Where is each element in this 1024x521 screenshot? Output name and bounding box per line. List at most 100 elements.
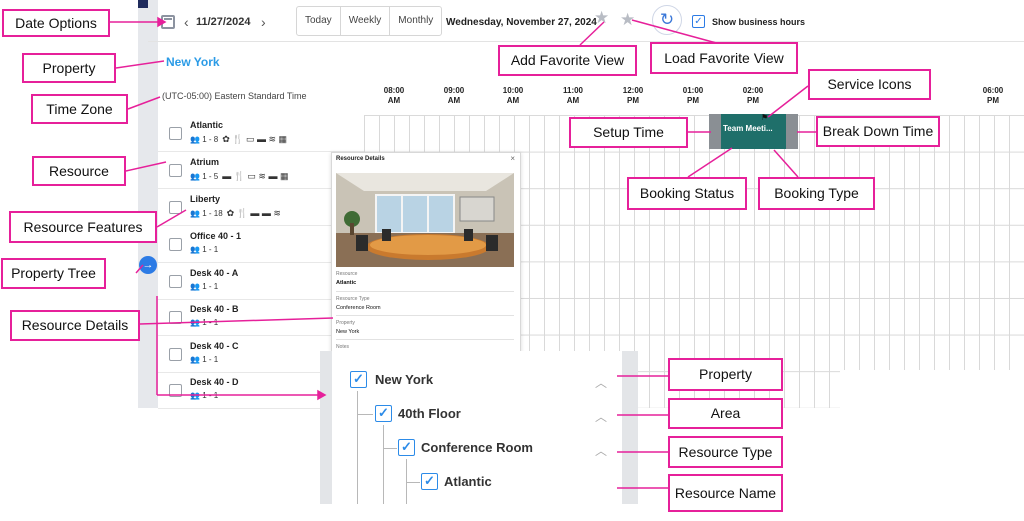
tree-checkbox[interactable]: ✓ bbox=[350, 371, 367, 388]
time-slot-header: 10:00 AM bbox=[502, 86, 524, 105]
time-slot-header: 02:00 PM bbox=[742, 86, 764, 105]
chevron-right-icon[interactable]: › bbox=[261, 14, 266, 30]
resource-meta: 👥 1 - 5 ▬ 🍴 ▭ ≋ ▬ ▦ bbox=[190, 171, 289, 181]
time-slot-header: 01:00 PM bbox=[682, 86, 704, 105]
resource-row[interactable]: Atlantic 👥 1 - 8 ✿ 🍴 ▭ ▬ ≋ ▦ bbox=[158, 115, 364, 152]
resource-feature-icons: ✿ 🍴 ▭ ▬ ≋ ▦ bbox=[222, 134, 288, 144]
callout-time-zone: Time Zone bbox=[31, 94, 128, 124]
popover-title: Resource Details bbox=[336, 156, 385, 162]
resource-checkbox[interactable] bbox=[169, 164, 182, 177]
resource-name: Desk 40 - A bbox=[190, 268, 239, 278]
time-slot-header: 11:00 AM bbox=[562, 86, 584, 105]
callout-resource: Resource bbox=[32, 156, 126, 186]
tree-checkbox[interactable]: ✓ bbox=[421, 473, 438, 490]
tree-resource-type-label[interactable]: Conference Room bbox=[421, 440, 533, 455]
refresh-icon[interactable]: ↻ bbox=[652, 5, 682, 35]
resource-name: Desk 40 - D bbox=[190, 377, 239, 387]
chevron-up-icon[interactable]: ︿ bbox=[595, 408, 607, 425]
divider bbox=[336, 315, 514, 316]
resource-feature-icons: ✿ 🍴 ▬ ▬ ≋ bbox=[226, 208, 281, 218]
resource-name: Office 40 - 1 bbox=[190, 231, 242, 241]
detail-label: Notes bbox=[336, 344, 350, 350]
add-favorite-star-icon[interactable]: ★ bbox=[594, 8, 609, 28]
detail-value: Atlantic bbox=[336, 280, 357, 286]
resource-meta: 👥 1 - 1 bbox=[190, 318, 219, 327]
resource-name: Atlantic bbox=[190, 120, 224, 130]
chevron-up-icon[interactable]: ︿ bbox=[595, 442, 607, 459]
service-icons: ⚑ bbox=[761, 113, 769, 122]
resource-checkbox[interactable] bbox=[169, 384, 182, 397]
callout-booking-type: Booking Type bbox=[758, 177, 875, 210]
tree-resource-label[interactable]: Atlantic bbox=[444, 474, 492, 489]
resource-checkbox[interactable] bbox=[169, 311, 182, 324]
callout-service-icons: Service Icons bbox=[808, 69, 931, 100]
tree-line bbox=[357, 414, 373, 415]
property-tree: ✓ New York ︿ ✓ 40th Floor ︿ ✓ Conference… bbox=[320, 351, 638, 504]
top-accent bbox=[138, 0, 148, 8]
callout-tree-area: Area bbox=[668, 398, 783, 429]
resource-checkbox[interactable] bbox=[169, 275, 182, 288]
resource-photo bbox=[336, 173, 514, 267]
grid-gap bbox=[840, 370, 1024, 408]
resource-name: Desk 40 - B bbox=[190, 304, 239, 314]
tree-line bbox=[357, 391, 358, 504]
tree-bar bbox=[320, 351, 332, 504]
property-tree-toggle-icon[interactable]: → bbox=[139, 256, 157, 274]
weekly-button[interactable]: Weekly bbox=[341, 7, 391, 35]
divider bbox=[336, 339, 514, 340]
tree-checkbox[interactable]: ✓ bbox=[375, 405, 392, 422]
callout-property: Property bbox=[22, 53, 116, 83]
resource-name: Liberty bbox=[190, 194, 221, 204]
callout-load-favorite-view: Load Favorite View bbox=[650, 42, 798, 74]
chevron-left-icon[interactable]: ‹ bbox=[184, 14, 189, 30]
load-favorite-star-icon[interactable]: ★ bbox=[620, 10, 635, 30]
resource-checkbox[interactable] bbox=[169, 238, 182, 251]
resource-meta: 👥 1 - 8 ✿ 🍴 ▭ ▬ ≋ ▦ bbox=[190, 134, 288, 144]
tree-line bbox=[406, 482, 420, 483]
setup-time-block bbox=[709, 114, 721, 149]
resource-name: Atrium bbox=[190, 157, 219, 167]
view-selector: Today Weekly Monthly bbox=[296, 6, 443, 36]
chevron-up-icon[interactable]: ︿ bbox=[595, 374, 607, 391]
callout-resource-features: Resource Features bbox=[9, 211, 157, 243]
business-hours-checkbox[interactable]: ✓ bbox=[692, 15, 705, 28]
callout-property-tree: Property Tree bbox=[1, 258, 106, 289]
calendar-icon[interactable] bbox=[161, 15, 175, 29]
timezone-label: (UTC-05:00) Eastern Standard Time bbox=[162, 91, 307, 101]
tree-line bbox=[383, 448, 397, 449]
resource-details-popover: Resource Details × Resource Atlantic Res… bbox=[331, 152, 521, 352]
business-hours-label: Show business hours bbox=[712, 17, 806, 27]
property-name[interactable]: New York bbox=[166, 55, 220, 69]
resource-meta: 👥 1 - 1 bbox=[190, 355, 219, 364]
resource-meta: 👥 1 - 1 bbox=[190, 282, 219, 291]
callout-tree-resource-name: Resource Name bbox=[668, 474, 783, 512]
resource-checkbox[interactable] bbox=[169, 348, 182, 361]
current-date[interactable]: 11/27/2024 bbox=[196, 16, 250, 28]
monthly-button[interactable]: Monthly bbox=[390, 7, 441, 35]
callout-date-options: Date Options bbox=[2, 9, 110, 37]
close-icon[interactable]: × bbox=[510, 154, 515, 163]
break-down-time-block bbox=[786, 114, 798, 149]
callout-tree-property: Property bbox=[668, 358, 783, 391]
time-slot-header: 08:00 AM bbox=[383, 86, 405, 105]
tree-property-label[interactable]: New York bbox=[375, 372, 433, 387]
tree-checkbox[interactable]: ✓ bbox=[398, 439, 415, 456]
detail-label: Resource bbox=[336, 271, 358, 277]
tree-area-label[interactable]: 40th Floor bbox=[398, 406, 461, 421]
detail-label: Property bbox=[336, 320, 355, 326]
callout-resource-details: Resource Details bbox=[10, 310, 140, 341]
left-panel-strip bbox=[138, 0, 158, 408]
detail-label: Resource Type bbox=[336, 296, 370, 302]
resource-checkbox[interactable] bbox=[169, 127, 182, 140]
time-slot-header: 12:00 PM bbox=[622, 86, 644, 105]
detail-value: Conference Room bbox=[336, 305, 381, 311]
resource-checkbox[interactable] bbox=[169, 201, 182, 214]
resource-meta: 👥 1 - 18 ✿ 🍴 ▬ ▬ ≋ bbox=[190, 208, 281, 218]
booking-block[interactable]: ⚑ Team Meeti... bbox=[709, 113, 798, 149]
callout-booking-status: Booking Status bbox=[627, 177, 747, 210]
callout-break-down-time: Break Down Time bbox=[816, 116, 940, 147]
long-date: Wednesday, November 27, 2024 bbox=[446, 17, 597, 28]
resource-feature-icons: ▬ 🍴 ▭ ≋ ▬ ▦ bbox=[222, 171, 289, 181]
tree-line bbox=[383, 425, 384, 504]
today-button[interactable]: Today bbox=[297, 7, 341, 35]
